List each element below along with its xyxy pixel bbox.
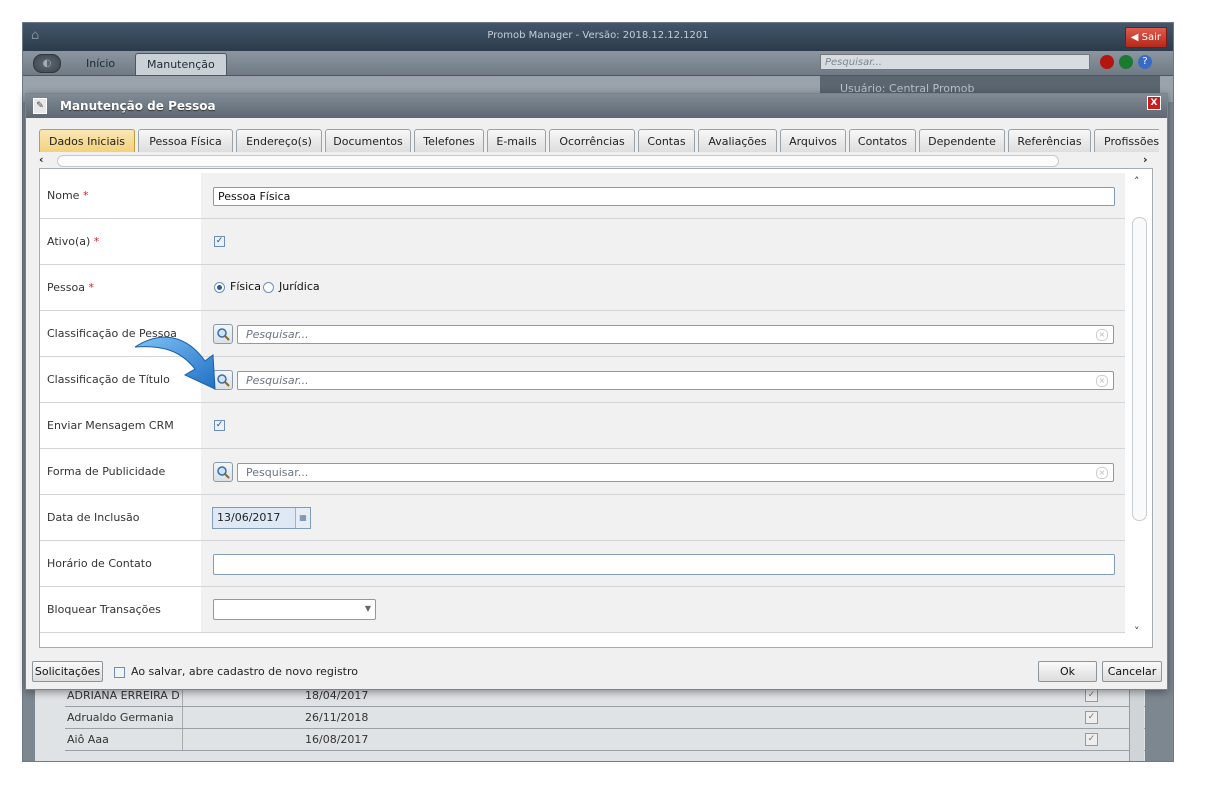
chevron-left-icon[interactable]: ‹ [39,153,44,166]
data-inclusao-input[interactable]: 13/06/2017 ▦ [212,507,311,529]
chevron-down-icon: ▼ [364,604,371,613]
vertical-scroll-track[interactable] [1132,217,1147,521]
chevron-down-icon[interactable]: ˅ [1134,625,1140,638]
tab-pessoa-fisica[interactable]: Pessoa Física [138,129,233,152]
row-name: Aiô Aaa [65,729,183,750]
exit-label: Sair [1141,32,1161,43]
nome-input[interactable]: Pessoa Física [213,187,1115,206]
clear-icon[interactable]: × [1096,467,1108,479]
app-logo-icon[interactable]: ◐ [33,54,61,73]
ativo-checkbox[interactable]: ✓ [214,236,225,247]
tab-ocorrencias[interactable]: Ocorrências [549,129,635,152]
form-row-pessoa: Pessoa * Física Jurídica [40,265,1125,311]
cancel-button[interactable]: Cancelar [1102,661,1162,682]
row-date: 26/11/2018 [305,711,369,724]
form-row-enviar-crm: Enviar Mensagem CRM ✓ [40,403,1125,449]
form-row-data-inclusao: Data de Inclusão 13/06/2017 ▦ [40,495,1125,541]
tab-scroll-track[interactable] [57,155,1059,167]
tab-documentos[interactable]: Documentos [325,129,411,152]
tab-arquivos[interactable]: Arquivos [780,129,846,152]
form-row-bloquear-transacoes: Bloquear Transações ▼ [40,587,1125,633]
row-date: 16/08/2017 [305,733,369,746]
bloquear-transacoes-select[interactable]: ▼ [213,599,376,620]
app-titlebar: ⌂ Promob Manager - Versão: 2018.12.12.12… [23,23,1173,51]
pessoa-label: Pessoa * [47,281,94,294]
app-tabbar: ◐ Início Manutenção Pesquisar... ? [23,51,1173,76]
app-search-input[interactable]: Pesquisar... [820,54,1090,70]
form-row-forma-publicidade: Forma de Publicidade Pesquisar... × [40,449,1125,495]
tab-dependente[interactable]: Dependente [919,129,1005,152]
tab-contatos[interactable]: Contatos [849,129,916,152]
dialog-tabs: Dados Iniciais Pessoa Física Endereço(s)… [39,129,1159,153]
form-row-ativo: Ativo(a) * ✓ [40,219,1125,265]
new-record-checkbox[interactable] [114,667,125,678]
clear-icon[interactable]: × [1096,329,1108,341]
exit-button[interactable]: ◀ Sair [1124,27,1167,48]
forma-publicidade-label: Forma de Publicidade [47,465,166,478]
bloquear-transacoes-label: Bloquear Transações [47,603,161,616]
tab-enderecos[interactable]: Endereço(s) [236,129,322,152]
tab-avaliacoes[interactable]: Avaliações [698,129,777,152]
dialog-footer: Solicitações Ao salvar, abre cadastro de… [26,656,1167,689]
edit-document-icon: ✎ [33,98,47,114]
flag-icon[interactable] [1119,55,1133,69]
magnifier-icon [217,466,230,479]
ativo-label: Ativo(a) * [47,235,100,248]
background-grid: ADRIANA ERREIRA D 18/04/2017 ✓ Adrualdo … [35,683,1145,761]
row-checkbox[interactable]: ✓ [1085,733,1098,746]
dialog-header: ✎ Manutenção de Pessoa X [26,94,1167,118]
form-row-nome: Nome * Pessoa Física [40,173,1125,219]
clear-icon[interactable]: × [1096,375,1108,387]
radio-fisica[interactable] [214,282,225,293]
form-content: Nome * Pessoa Física Ativo(a) * ✓ Pessoa… [39,168,1153,648]
horario-contato-input[interactable] [213,554,1115,575]
close-icon[interactable]: X [1147,96,1161,110]
classificacao-pessoa-search[interactable]: Pesquisar... × [237,325,1114,344]
help-icon[interactable]: ? [1138,55,1152,69]
person-maintenance-dialog: ✎ Manutenção de Pessoa X Dados Iniciais … [25,93,1168,690]
chevron-up-icon[interactable]: ˄ [1134,175,1140,188]
tab-scrollbar[interactable]: ‹ › [39,153,1167,168]
data-inclusao-label: Data de Inclusão [47,511,140,524]
dialog-title: Manutenção de Pessoa [60,99,216,113]
row-name: Adrualdo Germania [65,707,183,728]
new-record-checkbox-label: Ao salvar, abre cadastro de novo registr… [131,665,359,678]
record-icon[interactable] [1100,55,1114,69]
lookup-button[interactable] [213,462,233,482]
solicitacoes-button[interactable]: Solicitações [32,661,103,682]
table-row[interactable]: Aiô Aaa 16/08/2017 ✓ [65,729,1145,751]
forma-publicidade-search[interactable]: Pesquisar... × [237,463,1114,482]
row-checkbox[interactable]: ✓ [1085,711,1098,724]
tab-emails[interactable]: E-mails [487,129,546,152]
radio-juridica-label: Jurídica [279,280,320,293]
table-row[interactable]: Adrualdo Germania 26/11/2018 ✓ [65,707,1145,729]
horario-contato-label: Horário de Contato [47,557,152,570]
classificacao-titulo-search[interactable]: Pesquisar... × [237,371,1114,390]
vertical-scrollbar[interactable]: ˄ ˅ [1127,169,1152,647]
calendar-icon[interactable]: ▦ [295,508,310,528]
enviar-crm-checkbox[interactable]: ✓ [214,420,225,431]
tab-referencias[interactable]: Referências [1008,129,1091,152]
nome-label: Nome * [47,189,89,202]
enviar-crm-label: Enviar Mensagem CRM [47,419,174,432]
app-title: Promob Manager - Versão: 2018.12.12.1201 [487,30,709,41]
pointer-arrow-icon [134,336,216,390]
chevron-right-icon[interactable]: › [1143,153,1148,166]
tab-inicio[interactable]: Início [75,53,126,74]
tab-dados-iniciais[interactable]: Dados Iniciais [39,129,135,152]
tab-telefones[interactable]: Telefones [414,129,484,152]
background-scrollbar[interactable] [1129,683,1144,761]
ok-button[interactable]: Ok [1038,661,1097,682]
radio-juridica[interactable] [263,282,274,293]
radio-fisica-label: Física [230,280,261,293]
row-checkbox[interactable]: ✓ [1085,689,1098,702]
tab-manutencao[interactable]: Manutenção [135,53,227,75]
tab-contas[interactable]: Contas [638,129,695,152]
tab-profissoes[interactable]: Profissões [1094,129,1159,152]
form-row-horario-contato: Horário de Contato [40,541,1125,587]
